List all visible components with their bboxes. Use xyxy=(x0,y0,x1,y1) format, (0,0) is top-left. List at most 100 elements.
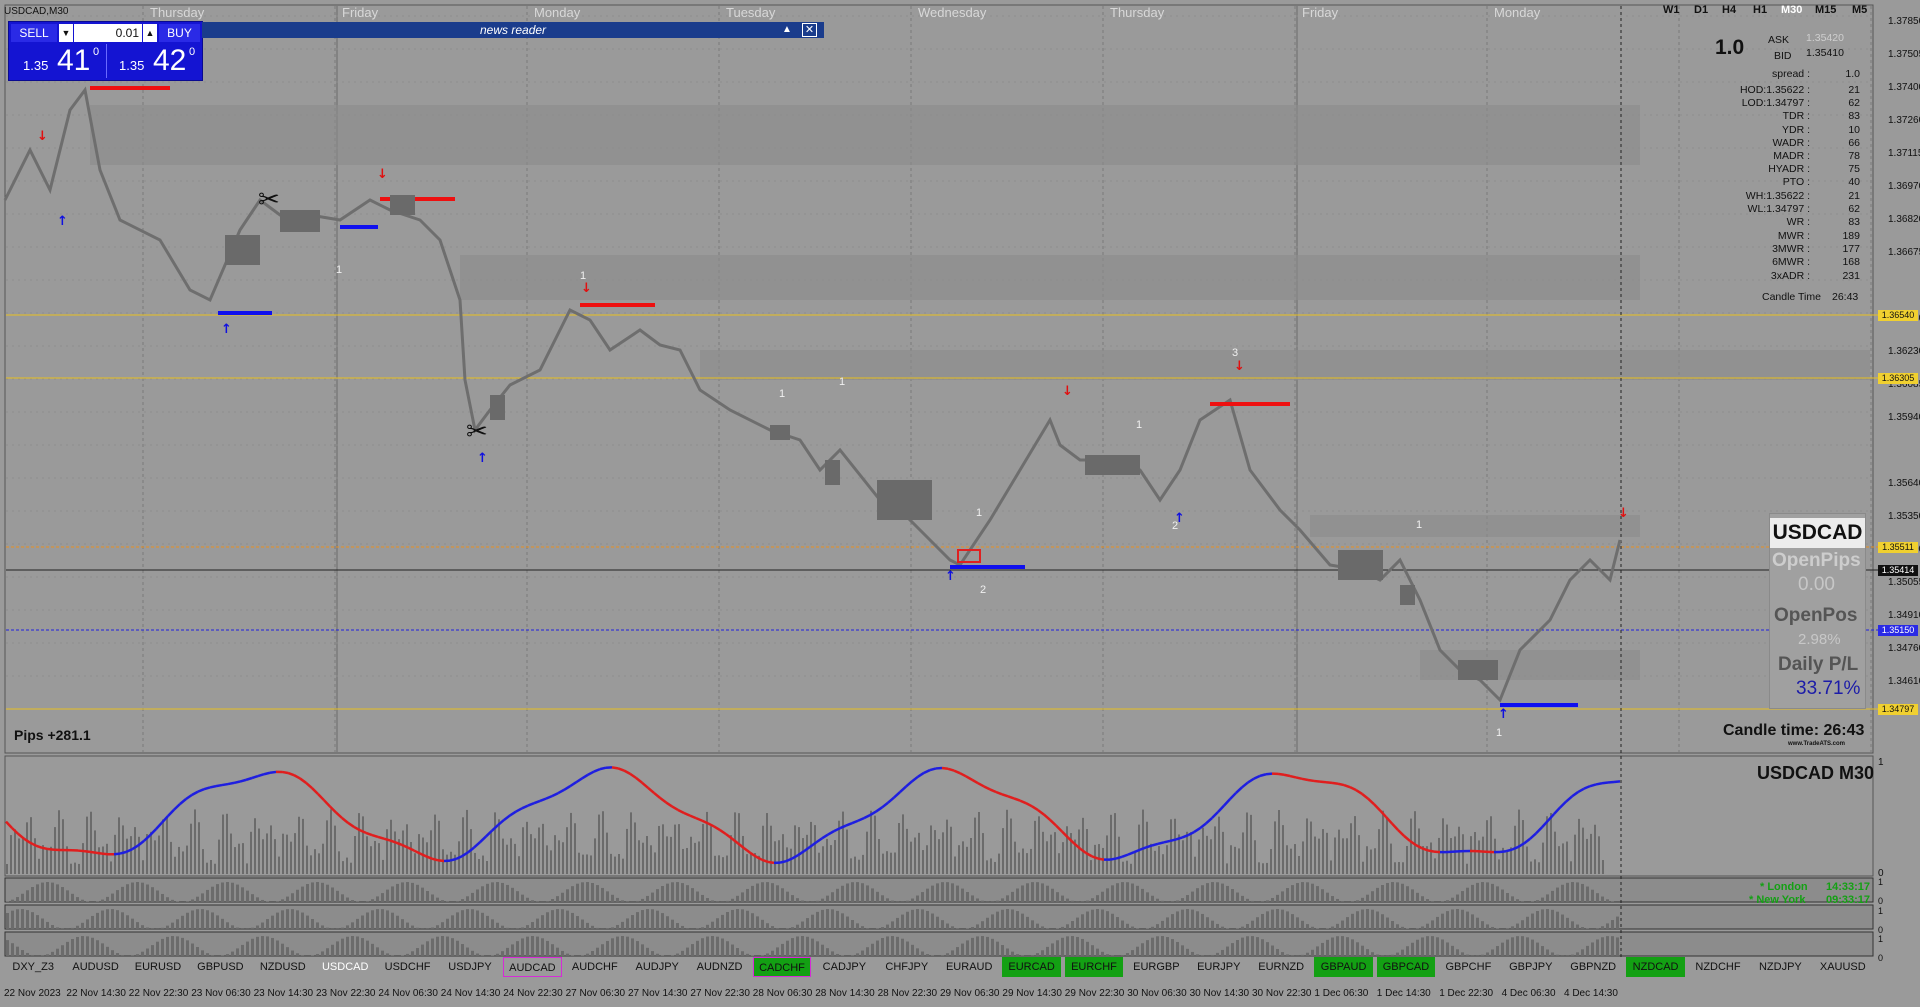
strength-bar xyxy=(496,953,499,956)
volume-bar xyxy=(1194,856,1196,874)
strength-bar xyxy=(1446,900,1449,902)
volume-bar xyxy=(338,851,340,874)
strength-bar xyxy=(316,882,319,902)
strength-bar xyxy=(111,893,114,902)
symbol-tab-nzdchf[interactable]: NZDCHF xyxy=(1689,957,1747,977)
strength-bar xyxy=(191,899,194,902)
symbol-tab-gbpjpy[interactable]: GBPJPY xyxy=(1502,957,1560,977)
strength-bar xyxy=(1141,888,1144,902)
strength-bar xyxy=(1556,911,1559,929)
strength-bar xyxy=(331,944,334,956)
symbol-tab-gbpusd[interactable]: GBPUSD xyxy=(191,957,249,977)
buy-button[interactable]: BUY xyxy=(159,24,200,42)
symbol-tab-gbpaud[interactable]: GBPAUD xyxy=(1314,957,1373,977)
volume-bar xyxy=(182,851,184,874)
volume-bar xyxy=(1002,828,1004,874)
strength-bar xyxy=(1271,897,1274,902)
volume-bar xyxy=(610,853,612,874)
symbol-tab-euraud[interactable]: EURAUD xyxy=(940,957,998,977)
symbol-tab-xauusd[interactable]: XAUUSD xyxy=(1814,957,1872,977)
close-icon[interactable]: ✕ xyxy=(802,23,817,37)
symbol-tab-audjpy[interactable]: AUDJPY xyxy=(628,957,686,977)
strength-bar xyxy=(701,894,704,902)
strength-bar xyxy=(1106,954,1109,956)
oscillator-segment xyxy=(659,796,667,804)
oscillator-segment xyxy=(35,844,43,849)
sell-button[interactable]: SELL xyxy=(11,24,57,42)
timeframe-m5[interactable]: M5 xyxy=(1852,4,1867,16)
symbol-tab-audusd[interactable]: AUDUSD xyxy=(66,957,124,977)
symbol-tab-gbpcad[interactable]: GBPCAD xyxy=(1376,957,1436,977)
symbol-tab-eurusd[interactable]: EURUSD xyxy=(129,957,187,977)
buy-price[interactable]: 1.35 42 0 xyxy=(106,44,201,78)
symbol-tab-usdjpy[interactable]: USDJPY xyxy=(441,957,499,977)
volume-bar xyxy=(266,833,268,874)
timeframe-h1[interactable]: H1 xyxy=(1753,4,1767,16)
strength-bar xyxy=(166,897,169,902)
volume-bar xyxy=(878,839,880,874)
strength-bar xyxy=(1521,920,1524,929)
bar-scale-tick: 0 xyxy=(1878,953,1884,963)
volume-bar xyxy=(1294,844,1296,874)
symbol-tab-eurgbp[interactable]: EURGBP xyxy=(1127,957,1185,977)
strength-bar xyxy=(341,927,344,929)
symbol-tab-nzdjpy[interactable]: NZDJPY xyxy=(1751,957,1809,977)
oscillator-segment xyxy=(1355,788,1363,795)
strength-bar xyxy=(901,914,904,929)
strength-bar xyxy=(926,888,929,902)
strength-bar xyxy=(251,938,254,956)
symbol-tab-dxyz3[interactable]: DXY_Z3 xyxy=(4,957,62,977)
symbol-tab-usdcad[interactable]: USDCAD xyxy=(316,957,374,977)
volume-bar xyxy=(910,841,912,874)
strength-bar xyxy=(1061,937,1064,956)
strength-bar xyxy=(1421,937,1424,956)
timeframe-h4[interactable]: H4 xyxy=(1722,4,1736,16)
symbol-tab-audchf[interactable]: AUDCHF xyxy=(566,957,624,977)
date-tick: 23 Nov 06:30 xyxy=(191,988,251,999)
signal-arrow-icon: ↓ xyxy=(37,129,48,144)
strength-bar xyxy=(1226,946,1229,956)
symbol-tab-eurcad[interactable]: EURCAD xyxy=(1002,957,1061,977)
symbol-tab-nzdcad[interactable]: NZDCAD xyxy=(1626,957,1685,977)
timeframe-m15[interactable]: M15 xyxy=(1815,4,1836,16)
volume-bar xyxy=(606,832,608,874)
symbol-tab-eurjpy[interactable]: EURJPY xyxy=(1190,957,1248,977)
strength-bar xyxy=(621,921,624,929)
symbol-tab-gbpchf[interactable]: GBPCHF xyxy=(1439,957,1497,977)
strength-bar xyxy=(461,910,464,929)
volume-bar xyxy=(42,845,44,874)
symbol-tab-nzdusd[interactable]: NZDUSD xyxy=(254,957,312,977)
volume-bar xyxy=(1394,862,1396,874)
strength-bar xyxy=(1256,937,1259,956)
strength-bar xyxy=(801,921,804,929)
strength-bar xyxy=(1101,951,1104,956)
strength-bar xyxy=(126,915,129,929)
timeframe-d1[interactable]: D1 xyxy=(1694,4,1708,16)
symbol-tab-chfjpy[interactable]: CHFJPY xyxy=(878,957,936,977)
strength-bar xyxy=(941,955,944,956)
strength-bar xyxy=(1146,928,1149,929)
symbol-tab-cadchf[interactable]: CADCHF xyxy=(752,957,812,977)
chart-canvas[interactable]: ↓↓↓↓↓↓↑↑↑↑↑↑✂✂ xyxy=(0,0,1920,1007)
symbol-tab-usdchf[interactable]: USDCHF xyxy=(378,957,436,977)
lot-size-input[interactable]: 0.01 xyxy=(74,24,142,42)
sell-price[interactable]: 1.35 41 0 xyxy=(11,44,105,78)
timeframe-w1[interactable]: W1 xyxy=(1663,4,1680,16)
symbol-tab-cadjpy[interactable]: CADJPY xyxy=(815,957,873,977)
timeframe-m30[interactable]: M30 xyxy=(1781,4,1802,16)
lot-up-icon[interactable]: ▲ xyxy=(143,24,157,42)
info-value: 10 xyxy=(1848,124,1860,136)
volume-bar xyxy=(1310,821,1312,874)
lot-down-icon[interactable]: ▼ xyxy=(59,24,73,42)
volume-bar xyxy=(466,809,468,874)
symbol-tab-eurnzd[interactable]: EURNZD xyxy=(1252,957,1310,977)
oscillator-segment xyxy=(1097,857,1105,861)
symbol-tab-gbpnzd[interactable]: GBPNZD xyxy=(1564,957,1622,977)
symbol-tab-eurchf[interactable]: EURCHF xyxy=(1064,957,1124,977)
minimize-icon[interactable]: ▲ xyxy=(782,22,792,38)
symbol-tab-audnzd[interactable]: AUDNZD xyxy=(690,957,748,977)
volume-bar xyxy=(1486,820,1488,874)
strength-bar xyxy=(1356,942,1359,956)
symbol-tab-audcad[interactable]: AUDCAD xyxy=(503,957,562,977)
news-reader-bar[interactable]: news reader ▲ ✕ xyxy=(202,22,824,38)
